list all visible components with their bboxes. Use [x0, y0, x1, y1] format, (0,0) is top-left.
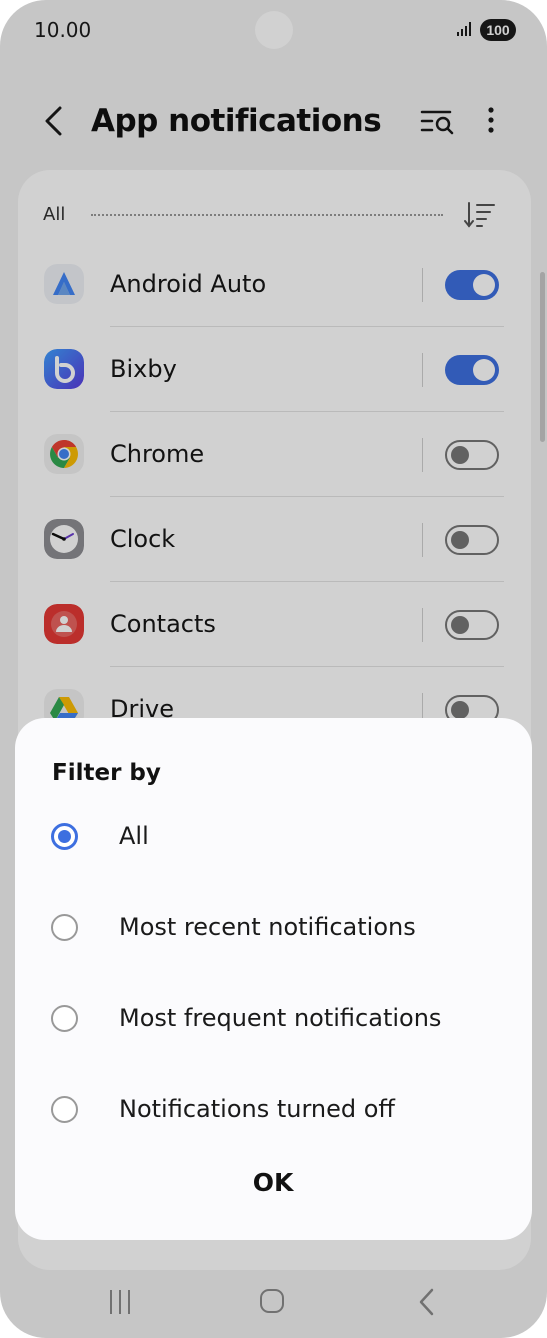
radio-button[interactable] [51, 914, 78, 941]
ok-button[interactable]: OK [223, 1158, 323, 1208]
phone-screen: 10.00 100 App notifications All Android … [0, 0, 547, 1338]
radio-button[interactable] [51, 823, 78, 850]
filter-option-turned-off[interactable]: Notifications turned off [15, 1081, 532, 1141]
radio-button[interactable] [51, 1096, 78, 1123]
filter-option-most-frequent[interactable]: Most frequent notifications [15, 990, 532, 1050]
option-label: All [119, 822, 149, 850]
option-label: Most frequent notifications [119, 1004, 442, 1032]
option-label: Notifications turned off [119, 1095, 395, 1123]
radio-button[interactable] [51, 1005, 78, 1032]
filter-option-all[interactable]: All [15, 808, 532, 868]
option-label: Most recent notifications [119, 913, 416, 941]
filter-option-most-recent[interactable]: Most recent notifications [15, 899, 532, 959]
dialog-title: Filter by [52, 760, 161, 786]
filter-dialog: Filter by All Most recent notifications … [15, 718, 532, 1240]
